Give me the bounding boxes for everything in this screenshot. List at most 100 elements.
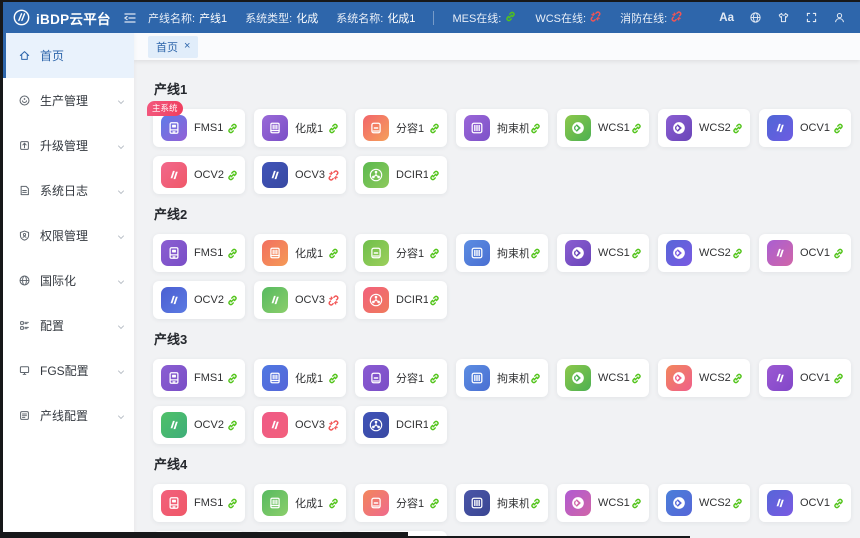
link-online-icon[interactable] <box>428 122 440 134</box>
link-online-icon[interactable] <box>226 419 238 431</box>
sidebar-item-2[interactable]: 升级管理 <box>3 123 134 168</box>
system-card[interactable]: OCV3 <box>254 281 346 319</box>
system-card[interactable]: 拘束机 <box>456 234 548 272</box>
system-card[interactable]: 化成1 <box>254 234 346 272</box>
link-online-icon[interactable] <box>428 247 440 259</box>
system-card[interactable]: FMS1 <box>153 359 245 397</box>
system-card[interactable]: 主系统FMS1 <box>153 109 245 147</box>
link-online-icon[interactable] <box>731 497 743 509</box>
system-card[interactable]: OCV3 <box>254 156 346 194</box>
font-size-icon[interactable]: Aa <box>719 12 734 24</box>
link-online-icon[interactable] <box>428 497 440 509</box>
system-card[interactable]: 分容1 <box>355 484 447 522</box>
app-title: iBDP云平台 <box>36 8 111 28</box>
link-online-icon[interactable] <box>630 247 642 259</box>
link-online-icon[interactable] <box>428 169 440 181</box>
link-online-icon[interactable] <box>327 122 339 134</box>
sidebar-collapse-icon[interactable] <box>119 7 141 29</box>
system-card[interactable]: FMS1 <box>153 484 245 522</box>
link-online-icon[interactable] <box>226 372 238 384</box>
system-card[interactable]: WCS2 <box>658 484 750 522</box>
link-online-icon[interactable] <box>832 247 844 259</box>
system-card[interactable]: OCV1 <box>759 109 851 147</box>
system-card[interactable]: 拘束机 <box>456 359 548 397</box>
sidebar-item-7[interactable]: FGS配置 <box>3 348 134 393</box>
capacity-icon <box>363 365 389 391</box>
system-card[interactable]: 化成1 <box>254 484 346 522</box>
link-online-icon[interactable] <box>731 247 743 259</box>
system-card[interactable]: OCV2 <box>153 406 245 444</box>
link-online-icon[interactable] <box>731 122 743 134</box>
tab-home[interactable]: 首页× <box>148 36 198 58</box>
link-online-icon[interactable] <box>428 372 440 384</box>
system-card[interactable]: WCS1 <box>557 484 649 522</box>
card-label: OCV1 <box>800 247 832 259</box>
system-card[interactable]: WCS2 <box>658 359 750 397</box>
system-card[interactable]: DCIR1 <box>355 281 447 319</box>
sidebar-item-label: 升级管理 <box>40 137 116 154</box>
sidebar-item-6[interactable]: 配置 <box>3 303 134 348</box>
link-online-icon[interactable] <box>428 294 440 306</box>
content: 产线1主系统FMS1化成1分容1拘束机WCS1WCS2OCV1OCV2OCV3D… <box>134 60 860 538</box>
theme-icon[interactable] <box>777 11 790 24</box>
system-card[interactable]: 分容1 <box>355 359 447 397</box>
system-card[interactable]: WCS1 <box>557 109 649 147</box>
system-card[interactable]: DCIR1 <box>355 406 447 444</box>
link-online-icon[interactable] <box>832 497 844 509</box>
system-card[interactable]: 分容1 <box>355 109 447 147</box>
system-card[interactable]: WCS2 <box>658 234 750 272</box>
sidebar-item-home[interactable]: 首页 <box>3 33 134 78</box>
system-card[interactable]: 拘束机 <box>456 109 548 147</box>
user-icon[interactable] <box>833 11 846 24</box>
link-online-icon[interactable] <box>327 247 339 259</box>
link-online-icon[interactable] <box>226 169 238 181</box>
link-online-icon[interactable] <box>529 497 541 509</box>
tab-close-icon[interactable]: × <box>184 41 190 52</box>
language-icon[interactable] <box>749 11 762 24</box>
system-card[interactable]: FMS1 <box>153 234 245 272</box>
system-card[interactable]: 分容1 <box>355 234 447 272</box>
link-online-icon <box>504 10 517 26</box>
link-online-icon[interactable] <box>327 372 339 384</box>
chevron-down-icon <box>116 276 126 286</box>
link-online-icon[interactable] <box>832 122 844 134</box>
system-card[interactable]: OCV3 <box>254 406 346 444</box>
system-card[interactable]: 化成1 <box>254 359 346 397</box>
link-online-icon[interactable] <box>630 122 642 134</box>
link-broken-icon[interactable] <box>327 169 339 181</box>
system-card[interactable]: WCS2 <box>658 109 750 147</box>
system-card[interactable]: WCS1 <box>557 234 649 272</box>
sidebar-item-3[interactable]: 系统日志 <box>3 168 134 213</box>
system-card[interactable]: OCV1 <box>759 484 851 522</box>
link-online-icon[interactable] <box>529 372 541 384</box>
system-card[interactable]: DCIR1 <box>355 156 447 194</box>
system-card[interactable]: 拘束机 <box>456 484 548 522</box>
sidebar-item-5[interactable]: 国际化 <box>3 258 134 303</box>
sidebar-item-8[interactable]: 产线配置 <box>3 393 134 438</box>
system-card[interactable]: 化成1 <box>254 109 346 147</box>
link-broken-icon[interactable] <box>327 294 339 306</box>
link-online-icon[interactable] <box>226 122 238 134</box>
sidebar-item-4[interactable]: 权限管理 <box>3 213 134 258</box>
system-card[interactable]: OCV1 <box>759 234 851 272</box>
system-card[interactable]: OCV2 <box>153 156 245 194</box>
link-online-icon[interactable] <box>630 372 642 384</box>
restraint-icon <box>464 115 490 141</box>
sidebar-item-1[interactable]: 生产管理 <box>3 78 134 123</box>
link-online-icon[interactable] <box>529 122 541 134</box>
link-online-icon[interactable] <box>226 294 238 306</box>
link-online-icon[interactable] <box>832 372 844 384</box>
fullscreen-icon[interactable] <box>805 11 818 24</box>
link-online-icon[interactable] <box>428 419 440 431</box>
link-online-icon[interactable] <box>226 497 238 509</box>
system-card[interactable]: OCV2 <box>153 281 245 319</box>
chevron-down-icon <box>116 411 126 421</box>
link-online-icon[interactable] <box>327 497 339 509</box>
link-online-icon[interactable] <box>731 372 743 384</box>
link-online-icon[interactable] <box>529 247 541 259</box>
link-online-icon[interactable] <box>630 497 642 509</box>
link-online-icon[interactable] <box>226 247 238 259</box>
system-card[interactable]: WCS1 <box>557 359 649 397</box>
link-broken-icon[interactable] <box>327 419 339 431</box>
system-card[interactable]: OCV1 <box>759 359 851 397</box>
